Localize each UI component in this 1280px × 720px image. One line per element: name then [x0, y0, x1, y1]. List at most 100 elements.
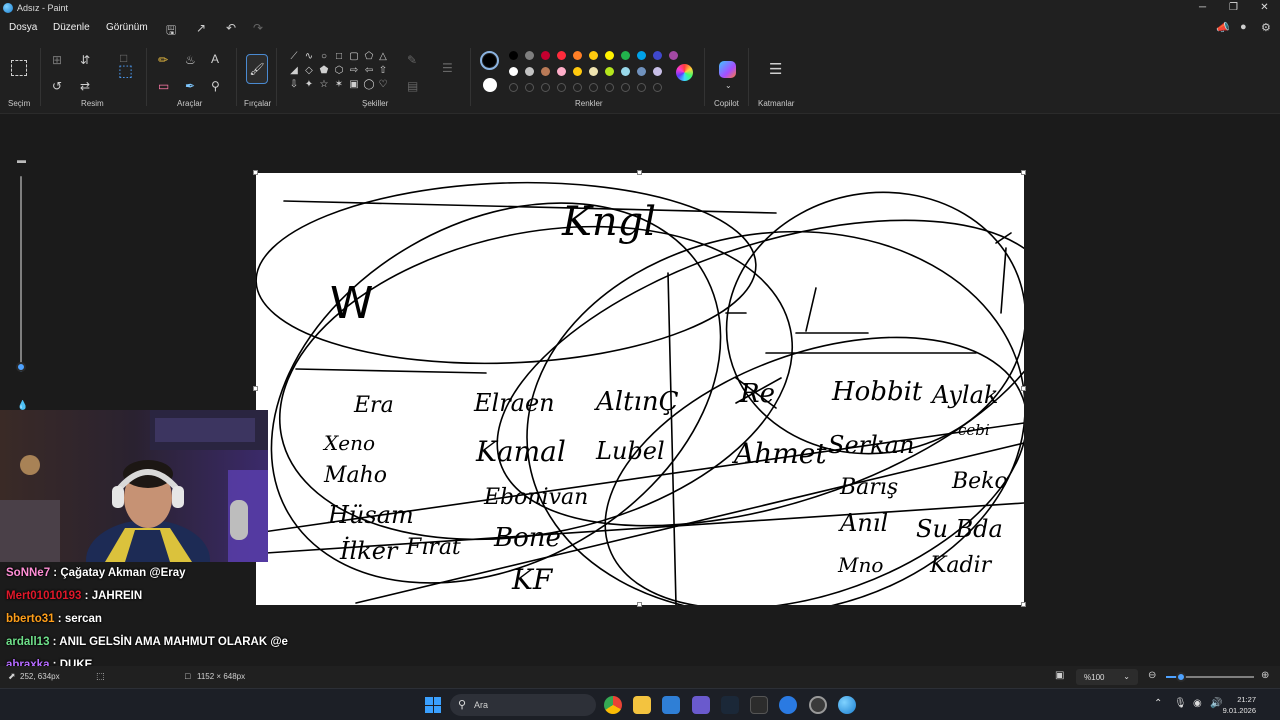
curve-shape-icon[interactable]: ∿	[303, 52, 315, 62]
obs-app-icon[interactable]	[809, 696, 827, 714]
triangle-shape-icon[interactable]: △	[377, 52, 389, 62]
magnifier-icon[interactable]: ⚲	[211, 80, 220, 92]
settings-gear-icon[interactable]: ⚙	[1261, 21, 1271, 34]
custom-color-slot[interactable]	[605, 83, 614, 92]
share-icon[interactable]: ↗	[196, 21, 206, 35]
selection-icon[interactable]	[11, 60, 27, 76]
color-swatch[interactable]	[509, 51, 518, 60]
line-shape-icon[interactable]: ⟋	[288, 52, 300, 62]
steam-app-icon[interactable]	[721, 696, 739, 714]
pentagon-shape-icon[interactable]: ⬟	[318, 66, 330, 76]
callout-rect-shape-icon[interactable]: ▣	[348, 80, 360, 90]
color-swatch[interactable]	[557, 51, 566, 60]
custom-color-slot[interactable]	[541, 83, 550, 92]
microphone-icon[interactable]: 🎙	[1174, 698, 1187, 709]
color-swatch[interactable]	[573, 67, 582, 76]
resize-handle-bottom-right[interactable]	[1021, 602, 1026, 607]
color-swatch[interactable]	[605, 51, 614, 60]
file-explorer-icon[interactable]	[633, 696, 651, 714]
right-triangle-shape-icon[interactable]: ◢	[288, 66, 300, 76]
heart-shape-icon[interactable]: ♡	[377, 80, 389, 90]
color-swatch[interactable]	[573, 51, 582, 60]
taskbar-clock[interactable]: 21:27 9.01.2026	[1223, 694, 1256, 716]
announcement-icon[interactable]: 📣	[1216, 21, 1230, 34]
redo-icon[interactable]: ↷	[253, 21, 263, 35]
custom-color-slot[interactable]	[653, 83, 662, 92]
secondary-color[interactable]	[483, 78, 497, 92]
callout-oval-shape-icon[interactable]: ◯	[363, 80, 375, 90]
discord-app-icon[interactable]	[692, 696, 710, 714]
custom-color-slot[interactable]	[557, 83, 566, 92]
polygon-shape-icon[interactable]: ⬠	[363, 52, 375, 62]
start-button[interactable]	[425, 697, 441, 713]
zoom-slider[interactable]	[1166, 672, 1254, 682]
oval-shape-icon[interactable]: ○	[318, 52, 330, 62]
color-swatch[interactable]	[541, 67, 550, 76]
resize-handle-top[interactable]	[637, 170, 642, 175]
color-swatch[interactable]	[669, 51, 678, 60]
shape-outline-icon[interactable]: ✎	[407, 54, 417, 66]
chevron-down-icon[interactable]: ⌄	[725, 80, 732, 92]
slider-thumb[interactable]	[1176, 672, 1186, 682]
tray-chevron-up-icon[interactable]: ⌃	[1154, 698, 1162, 709]
color-swatch[interactable]	[589, 51, 598, 60]
minimize-button[interactable]: ─	[1187, 0, 1218, 16]
six-point-star-shape-icon[interactable]: ✶	[333, 80, 345, 90]
rotate-icon[interactable]: ↺	[52, 80, 62, 92]
custom-color-slot[interactable]	[589, 83, 598, 92]
zoom-dropdown[interactable]: %100 ⌄	[1076, 669, 1138, 685]
rectangle-shape-icon[interactable]: □	[333, 52, 345, 62]
image-crop-select-icon[interactable]: ⬚	[118, 64, 133, 80]
primary-color[interactable]	[480, 51, 499, 70]
color-picker-icon[interactable]: ✒	[185, 80, 195, 92]
menu-file[interactable]: Dosya	[9, 22, 37, 33]
arrow-left-shape-icon[interactable]: ⇦	[363, 66, 375, 76]
color-swatch[interactable]	[637, 51, 646, 60]
chat-username[interactable]: Mert01010193	[6, 590, 81, 602]
custom-color-slot[interactable]	[573, 83, 582, 92]
network-icon[interactable]: ◉	[1193, 698, 1202, 709]
color-swatch[interactable]	[525, 51, 534, 60]
browser-app-icon[interactable]	[779, 696, 797, 714]
chrome-app-icon[interactable]	[604, 696, 622, 714]
color-swatch[interactable]	[637, 67, 646, 76]
color-swatch[interactable]	[621, 67, 630, 76]
arrow-right-shape-icon[interactable]: ⇨	[348, 66, 360, 76]
eraser-icon[interactable]: ▭	[158, 80, 169, 92]
diamond-shape-icon[interactable]: ◇	[303, 66, 315, 76]
volume-icon[interactable]: 🔊	[1210, 698, 1222, 709]
app-icon[interactable]	[750, 696, 768, 714]
color-swatch[interactable]	[653, 67, 662, 76]
resize-handle-bottom[interactable]	[637, 602, 642, 607]
resize-handle-left[interactable]	[253, 386, 258, 391]
paint-taskbar-icon[interactable]	[838, 696, 856, 714]
fill-bucket-icon[interactable]: ♨	[185, 54, 196, 66]
arrow-up-shape-icon[interactable]: ⇧	[377, 66, 389, 76]
restore-button[interactable]: ❐	[1218, 0, 1249, 16]
undo-icon[interactable]: ↶	[226, 21, 236, 35]
save-icon[interactable]: 🖫	[166, 21, 176, 42]
drawing-canvas[interactable]: Kngl W Era Elraen AltınÇ Xeno Kamal Lube…	[256, 173, 1024, 605]
four-point-star-shape-icon[interactable]: ✦	[303, 80, 315, 90]
taskbar-search[interactable]: ⚲ Ara	[450, 694, 596, 716]
zoom-in-icon[interactable]: ⊕	[1261, 670, 1269, 681]
color-swatch[interactable]	[541, 51, 550, 60]
color-swatch[interactable]	[557, 67, 566, 76]
five-point-star-shape-icon[interactable]: ☆	[318, 80, 330, 90]
color-swatch[interactable]	[589, 67, 598, 76]
color-swatch[interactable]	[605, 67, 614, 76]
color-swatch[interactable]	[509, 67, 518, 76]
crop-icon[interactable]: ⊞	[52, 54, 62, 66]
custom-color-slot[interactable]	[637, 83, 646, 92]
chat-username[interactable]: bberto31	[6, 613, 55, 625]
custom-color-slot[interactable]	[621, 83, 630, 92]
edit-colors-icon[interactable]	[676, 64, 693, 81]
account-icon[interactable]: ●	[1240, 21, 1247, 33]
text-icon[interactable]: A	[211, 53, 219, 65]
resize-handle-top-left[interactable]	[253, 170, 258, 175]
close-button[interactable]: ✕	[1249, 0, 1280, 16]
zoom-out-icon[interactable]: ⊖	[1148, 670, 1156, 681]
custom-color-slot[interactable]	[509, 83, 518, 92]
menu-edit[interactable]: Düzenle	[53, 22, 90, 33]
shape-style-icon[interactable]: ☰	[442, 62, 453, 74]
